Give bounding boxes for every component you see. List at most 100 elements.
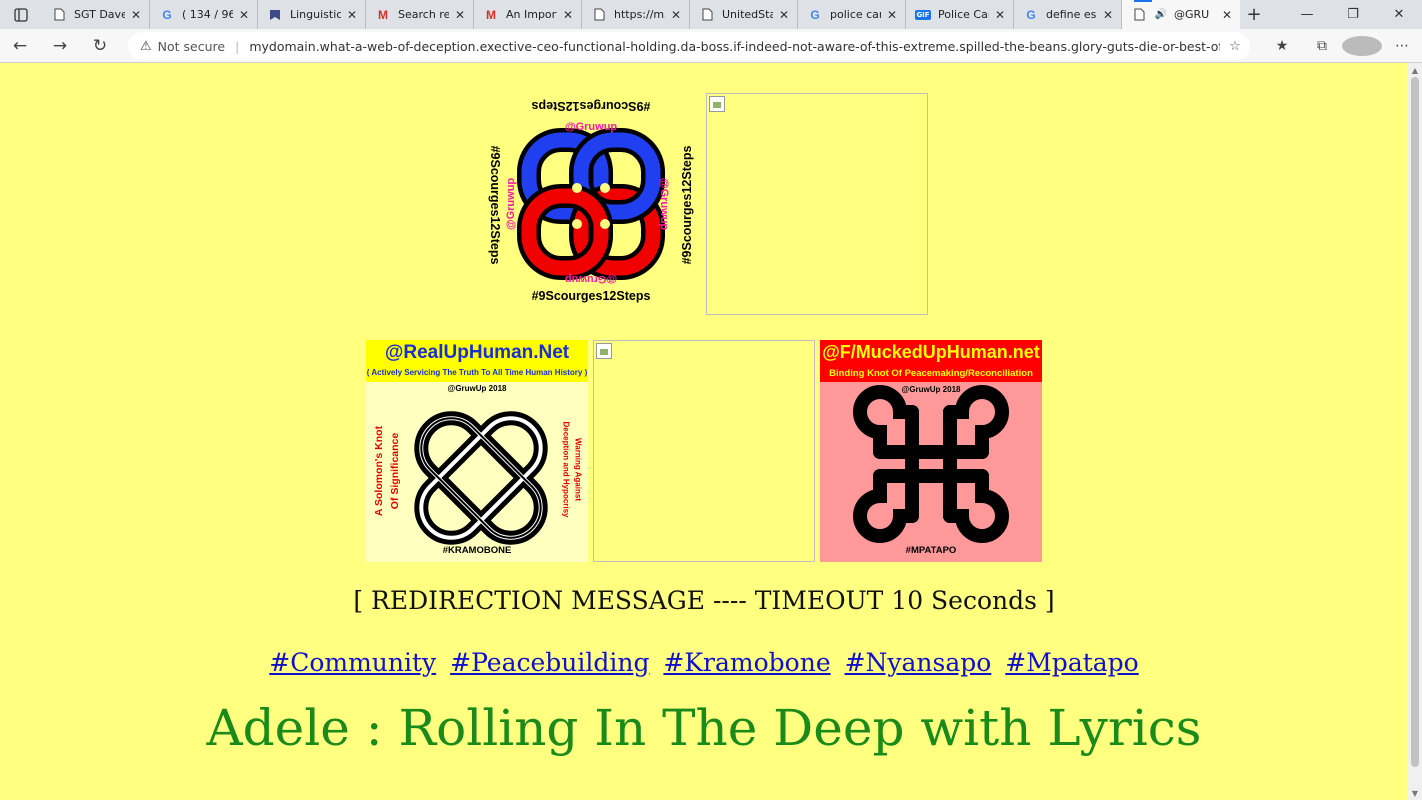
broken-image-middle xyxy=(593,340,815,562)
address-bar[interactable]: ⚠ Not secure | mydomain.what-a-web-of-de… xyxy=(128,32,1250,60)
browser-tab[interactable]: https://ma ✕ xyxy=(582,0,690,29)
browser-tab[interactable]: Linguistic ✕ xyxy=(258,0,366,29)
handle-top: @Gruwup xyxy=(564,121,618,133)
scroll-thumb[interactable] xyxy=(1411,77,1419,767)
broken-image-icon xyxy=(709,96,725,112)
close-window-icon[interactable]: ✕ xyxy=(1376,0,1422,29)
profile-avatar[interactable] xyxy=(1342,29,1382,63)
broken-image-icon xyxy=(596,343,612,359)
add-favorite-icon[interactable]: ☆ xyxy=(1220,39,1250,54)
gif-icon: GIF xyxy=(915,9,931,20)
hashtag-link-community[interactable]: #Community xyxy=(269,648,436,677)
gmail-icon: M xyxy=(378,7,388,22)
tab-title: SGT Dave xyxy=(74,8,125,21)
tab-audio-indicator xyxy=(1134,0,1152,2)
page-scrollbar[interactable]: ▲ ▼ xyxy=(1408,63,1422,800)
close-tab-icon[interactable]: ✕ xyxy=(1220,8,1234,22)
browser-tab[interactable]: GIF Police Car ✕ xyxy=(906,0,1014,29)
google-icon: G xyxy=(810,7,820,22)
forward-icon[interactable]: → xyxy=(40,29,80,63)
close-tab-icon[interactable]: ✕ xyxy=(237,8,251,22)
tab-actions-icon[interactable] xyxy=(0,0,42,29)
song-title: Adele : Rolling In The Deep with Lyrics xyxy=(206,699,1202,757)
hashtag-right: #9Scourges12Steps xyxy=(680,145,694,265)
browser-tab[interactable]: 🔊 @GRU ✕ xyxy=(1122,0,1240,29)
tab-strip: SGT Dave ✕ G ( 134 / 960 ✕ Linguistic ✕ M Search… xyxy=(0,0,1422,29)
tab-title: https://ma xyxy=(614,8,665,21)
kramobone-name: #KRAMOBONE xyxy=(442,545,512,556)
scroll-up-icon[interactable]: ▲ xyxy=(1408,63,1422,77)
warning-icon[interactable]: ⚠ xyxy=(140,39,152,54)
mpatapo-name: #MPATAPO xyxy=(905,545,957,556)
url-text[interactable]: mydomain.what-a-web-of-deception.exectiv… xyxy=(249,39,1220,54)
redirection-message: [ REDIRECTION MESSAGE ---- TIMEOUT 10 Se… xyxy=(353,586,1055,615)
handle-left: @Gruwup xyxy=(505,177,517,231)
close-tab-icon[interactable]: ✕ xyxy=(453,8,467,22)
close-tab-icon[interactable]: ✕ xyxy=(561,8,575,22)
restore-icon[interactable]: ❐ xyxy=(1330,0,1376,29)
kramobone-card: @RealUpHuman.Net ( Actively Servicing Th… xyxy=(366,340,588,562)
close-tab-icon[interactable]: ✕ xyxy=(993,8,1007,22)
browser-tab[interactable]: Gpolice car ✕ xyxy=(798,0,906,29)
page-icon xyxy=(700,8,714,22)
handle-bottom: @Gruwup xyxy=(564,273,618,285)
page-icon xyxy=(52,8,66,22)
hashtag-top: #9Scourges12Steps xyxy=(531,99,651,113)
tab-title: An Import xyxy=(506,8,557,21)
kramobone-right-text-1: Warning Against xyxy=(573,438,583,501)
bookmark-icon xyxy=(268,8,282,22)
gmail-icon: M xyxy=(486,7,496,22)
browser-tab[interactable]: G ( 134 / 960 ✕ xyxy=(150,0,258,29)
tab-title: police car xyxy=(830,8,881,21)
page-icon xyxy=(592,8,606,22)
more-menu-icon[interactable]: ⋯ xyxy=(1382,29,1422,63)
tab-title: Linguistic xyxy=(290,8,341,21)
hashtag-link-peacebuilding[interactable]: #Peacebuilding xyxy=(450,648,649,677)
security-label[interactable]: Not secure xyxy=(158,39,225,54)
page-content: #9Scourges12Steps @Gruwup #9Scourges12St… xyxy=(0,63,1408,800)
browser-tab[interactable]: SGT Dave ✕ xyxy=(42,0,150,29)
hashtag-link-mpatapo[interactable]: #Mpatapo xyxy=(1005,648,1138,677)
hashtag-link-nyansapo[interactable]: #Nyansapo xyxy=(845,648,992,677)
page-icon xyxy=(1132,8,1146,22)
hashtag-links: #Community #Peacebuilding #Kramobone #Ny… xyxy=(0,648,1408,677)
tab-title: define esc xyxy=(1046,8,1097,21)
tab-title: Police Car xyxy=(938,8,989,21)
close-tab-icon[interactable]: ✕ xyxy=(1101,8,1115,22)
browser-tab[interactable]: UnitedStat ✕ xyxy=(690,0,798,29)
minimize-icon[interactable]: — xyxy=(1284,0,1330,29)
google-icon: G xyxy=(162,7,172,22)
new-tab-button[interactable]: + xyxy=(1240,0,1268,29)
handle-right: @Gruwup xyxy=(658,177,670,231)
browser-tab[interactable]: M An Import ✕ xyxy=(474,0,582,29)
kramobone-right-text-2: Deception and Hypocrisy xyxy=(561,421,571,518)
address-separator: | xyxy=(235,38,240,54)
tab-title: Search res xyxy=(398,8,449,21)
kramobone-left-text-2: Of Significance xyxy=(389,432,401,510)
tab-title: ( 134 / 960 xyxy=(182,8,233,21)
tab-title: UnitedStat xyxy=(722,8,773,21)
google-icon: G xyxy=(1026,7,1036,22)
close-tab-icon[interactable]: ✕ xyxy=(129,8,143,22)
knot-image-top: #9Scourges12Steps @Gruwup #9Scourges12St… xyxy=(486,93,696,311)
tab-title: @GRU xyxy=(1174,8,1210,21)
back-icon[interactable]: ← xyxy=(0,29,40,63)
close-tab-icon[interactable]: ✕ xyxy=(345,8,359,22)
close-tab-icon[interactable]: ✕ xyxy=(777,8,791,22)
browser-tab[interactable]: Gdefine esc ✕ xyxy=(1014,0,1122,29)
browser-tab[interactable]: M Search res ✕ xyxy=(366,0,474,29)
address-toolbar: ← → ↻ ⚠ Not secure | mydomain.what-a-web… xyxy=(0,29,1422,63)
broken-image-top xyxy=(706,93,928,315)
favorites-icon[interactable]: ★ xyxy=(1262,29,1302,63)
hashtag-left: #9Scourges12Steps xyxy=(488,145,502,265)
hashtag-bottom: #9Scourges12Steps xyxy=(531,289,651,303)
scroll-down-icon[interactable]: ▼ xyxy=(1408,786,1422,800)
reload-icon[interactable]: ↻ xyxy=(80,29,120,63)
hashtag-link-kramobone[interactable]: #Kramobone xyxy=(663,648,830,677)
collections-icon[interactable]: ⧉ xyxy=(1302,29,1342,63)
kramobone-left-text-1: A Solomon's Knot xyxy=(373,425,385,517)
mpatapo-card: @F/MuckedUpHuman.net Binding Knot Of Pea… xyxy=(820,340,1042,562)
close-tab-icon[interactable]: ✕ xyxy=(885,8,899,22)
speaker-icon[interactable]: 🔊 xyxy=(1154,8,1168,22)
close-tab-icon[interactable]: ✕ xyxy=(669,8,683,22)
